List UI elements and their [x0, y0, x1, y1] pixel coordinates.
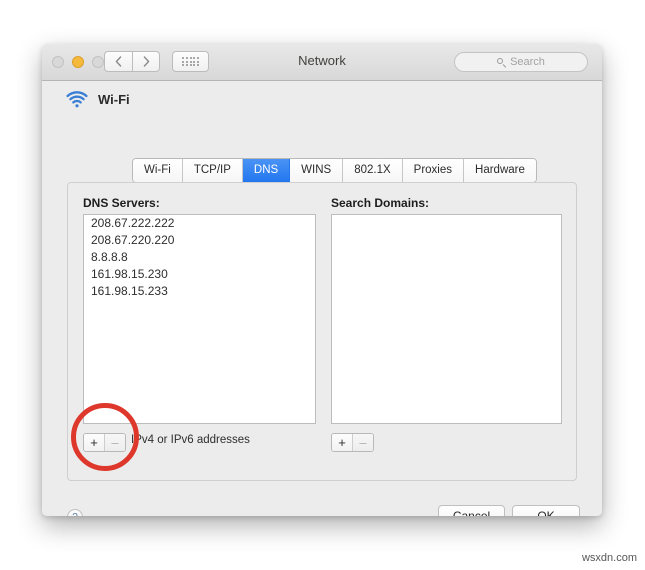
settings-tab-bar: Wi-Fi TCP/IP DNS WINS 802.1X Proxies Har…	[132, 158, 537, 183]
tab-8021x[interactable]: 802.1X	[343, 159, 403, 182]
dns-servers-list[interactable]: 208.67.222.222 208.67.220.220 8.8.8.8 16…	[83, 214, 316, 424]
list-item[interactable]: 161.98.15.230	[84, 266, 315, 283]
service-header: Wi-Fi	[66, 91, 130, 108]
tab-dns[interactable]: DNS	[242, 159, 291, 182]
network-preferences-window: Network Search Wi-Fi Wi-Fi TCP/IP DNS WI…	[42, 44, 602, 516]
search-domains-list[interactable]	[331, 214, 562, 424]
list-item[interactable]: 8.8.8.8	[84, 249, 315, 266]
wifi-icon	[66, 91, 88, 108]
search-input[interactable]: Search	[454, 52, 588, 72]
watermark-label: wsxdn.com	[581, 552, 637, 564]
help-button[interactable]: ?	[67, 509, 83, 516]
ok-button[interactable]: OK	[512, 505, 580, 516]
list-item[interactable]: 161.98.15.233	[84, 283, 315, 300]
search-domains-label: Search Domains:	[331, 196, 430, 210]
dns-settings-panel: DNS Servers: Search Domains: 208.67.222.…	[67, 182, 577, 481]
tab-proxies[interactable]: Proxies	[402, 159, 465, 182]
dns-add-button[interactable]: +	[84, 434, 104, 451]
tab-tcpip[interactable]: TCP/IP	[182, 159, 243, 182]
search-domains-remove-button[interactable]: –	[352, 434, 373, 451]
dns-remove-button[interactable]: –	[104, 434, 125, 451]
dns-add-remove-stepper: + –	[83, 433, 126, 452]
list-item[interactable]: 208.67.222.222	[84, 215, 315, 232]
window-content: Wi-Fi Wi-Fi TCP/IP DNS WINS 802.1X Proxi…	[42, 81, 602, 516]
window-titlebar: Network Search	[42, 44, 602, 81]
cancel-button[interactable]: Cancel	[438, 505, 505, 516]
service-name-label: Wi-Fi	[98, 92, 130, 107]
search-icon	[497, 57, 506, 67]
search-domains-add-remove-stepper: + –	[331, 433, 374, 452]
tab-wins[interactable]: WINS	[290, 159, 344, 182]
dns-servers-label: DNS Servers:	[83, 196, 160, 210]
tab-hardware[interactable]: Hardware	[464, 159, 536, 182]
tab-wifi[interactable]: Wi-Fi	[133, 159, 183, 182]
dns-address-hint: IPv4 or IPv6 addresses	[131, 434, 250, 446]
search-domains-add-button[interactable]: +	[332, 434, 352, 451]
list-item[interactable]: 208.67.220.220	[84, 232, 315, 249]
search-placeholder: Search	[510, 56, 545, 68]
